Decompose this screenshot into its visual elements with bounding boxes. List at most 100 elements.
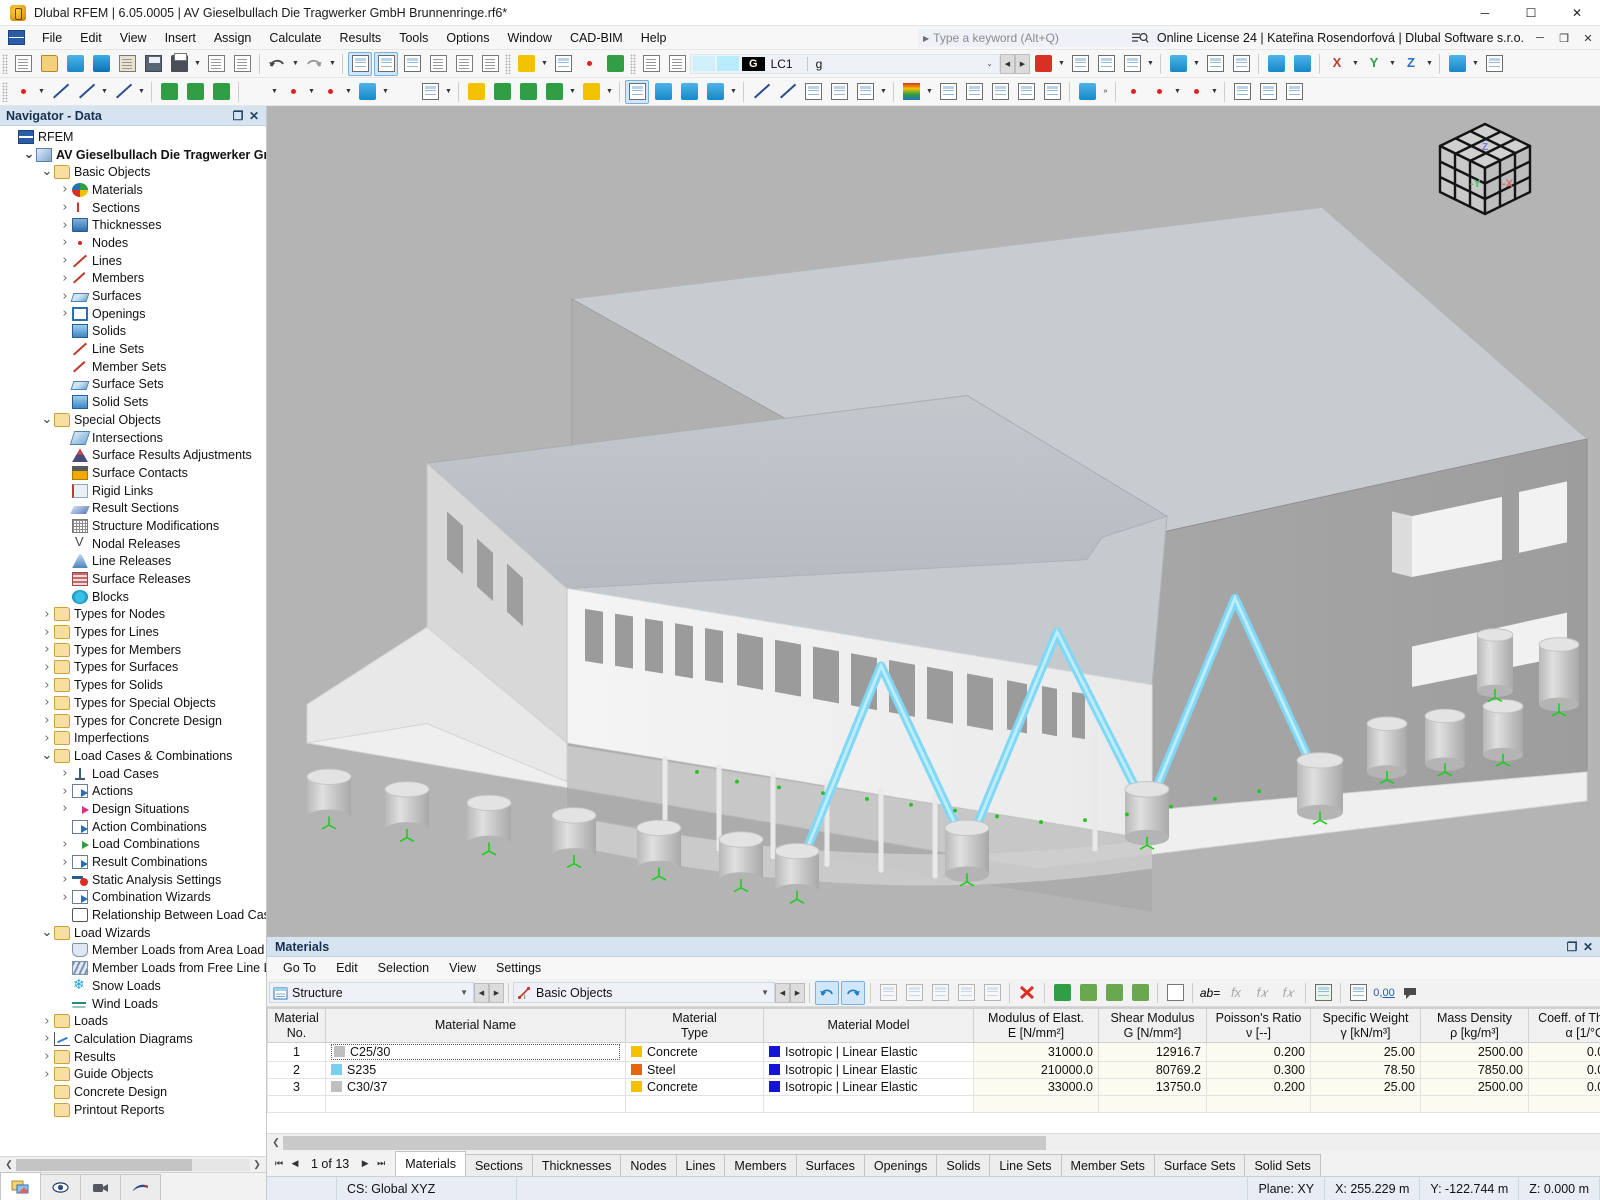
close-button[interactable]: ✕ — [1554, 0, 1600, 26]
line-load-button[interactable] — [516, 80, 540, 104]
specific-weight-cell[interactable]: 78.50 — [1311, 1062, 1421, 1079]
tree-item-line-sets[interactable]: Line Sets — [0, 340, 266, 358]
axis-z-button[interactable]: Z — [1399, 52, 1423, 76]
render-button[interactable] — [1290, 52, 1314, 76]
thermal-expansion-cell[interactable]: 0.000010 — [1529, 1079, 1600, 1096]
rename-button[interactable]: ab= — [1198, 981, 1222, 1005]
chevron-down-icon[interactable]: ▼ — [756, 988, 774, 997]
tree-item-types-for-concrete-design[interactable]: ›Types for Concrete Design — [0, 712, 266, 730]
clipping-button[interactable] — [827, 80, 851, 104]
chevron-down-icon[interactable]: ▼ — [455, 988, 473, 997]
new-model-button[interactable] — [11, 52, 35, 76]
chevron-right-icon[interactable]: › — [40, 1067, 54, 1082]
toolbar-grip[interactable] — [2, 54, 8, 74]
chevron-down-icon[interactable]: ⌄ — [40, 416, 54, 424]
objects-combo[interactable]: I Basic Objects ▼ — [513, 982, 775, 1003]
printout-report-button[interactable] — [204, 52, 228, 76]
chevron-right-icon[interactable]: › — [40, 607, 54, 622]
mesh-button[interactable] — [418, 80, 442, 104]
menu-window[interactable]: Window — [498, 28, 560, 48]
lc-prev-button[interactable]: ◀ — [1000, 54, 1015, 74]
scroll-left-icon[interactable]: ❮ — [2, 1159, 16, 1170]
tree-item-concrete-design[interactable]: Concrete Design — [0, 1083, 266, 1101]
axis-z-caret[interactable]: ▼ — [1424, 52, 1435, 76]
row-number[interactable]: 3 — [268, 1079, 326, 1096]
scroll-right-icon[interactable]: ❯ — [250, 1159, 264, 1170]
navigator-close-button[interactable]: ✕ — [246, 109, 262, 123]
empty-cell[interactable] — [326, 1096, 626, 1113]
chevron-right-icon[interactable]: › — [40, 660, 54, 675]
menu-results[interactable]: Results — [331, 28, 391, 48]
new-node-caret[interactable]: ▼ — [36, 80, 47, 104]
nodal-support-button[interactable] — [157, 80, 181, 104]
materials-menu-settings[interactable]: Settings — [486, 959, 551, 977]
poisson-ratio-cell[interactable]: 0.200 — [1207, 1079, 1311, 1096]
tree-item-surface-contacts[interactable]: Surface Contacts — [0, 464, 266, 482]
new-opening-caret[interactable]: ▼ — [306, 80, 317, 104]
tab-lines[interactable]: Lines — [676, 1154, 726, 1176]
mass-density-cell[interactable]: 2500.00 — [1421, 1079, 1529, 1096]
empty-cell[interactable] — [764, 1096, 974, 1113]
chevron-right-icon[interactable]: › — [58, 235, 72, 250]
tab-members[interactable]: Members — [724, 1154, 796, 1176]
tab-solids[interactable]: Solids — [936, 1154, 990, 1176]
load-up-button[interactable] — [665, 52, 689, 76]
chevron-right-icon[interactable]: › — [58, 890, 72, 905]
materials-restore-button[interactable]: ❐ — [1564, 940, 1580, 954]
member-load-button[interactable] — [490, 80, 514, 104]
delete-results-button[interactable] — [1031, 52, 1055, 76]
chevron-right-icon[interactable]: › — [58, 784, 72, 799]
materials-menu-view[interactable]: View — [439, 959, 486, 977]
chevron-right-icon[interactable]: › — [40, 695, 54, 710]
pan-button[interactable] — [1121, 80, 1145, 104]
split-view-button[interactable] — [1256, 80, 1280, 104]
tree-item-types-for-special-objects[interactable]: ›Types for Special Objects — [0, 694, 266, 712]
cloud-button[interactable] — [63, 52, 87, 76]
tree-item-types-for-solids[interactable]: ›Types for Solids — [0, 676, 266, 694]
chevron-right-icon[interactable]: › — [40, 642, 54, 657]
show-results-button[interactable] — [1068, 52, 1092, 76]
report-list-button[interactable] — [478, 52, 502, 76]
tree-item-solids[interactable]: Solids — [0, 323, 266, 341]
ortho-button[interactable] — [988, 80, 1012, 104]
column-header-2[interactable]: MaterialType — [626, 1009, 764, 1043]
tree-item-types-for-members[interactable]: ›Types for Members — [0, 641, 266, 659]
chevron-right-icon[interactable]: › — [58, 766, 72, 781]
toolbar-grip[interactable] — [505, 54, 511, 74]
split-cells-button[interactable] — [954, 981, 978, 1005]
navigator-toggle-button[interactable] — [348, 52, 372, 76]
new-block-button[interactable] — [392, 80, 416, 104]
column-header-4[interactable]: Modulus of Elast.E [N/mm²] — [974, 1009, 1099, 1043]
menu-calculate[interactable]: Calculate — [260, 28, 330, 48]
tree-item-intersections[interactable]: Intersections — [0, 429, 266, 447]
poisson-ratio-cell[interactable]: 0.300 — [1207, 1062, 1311, 1079]
tree-item-members[interactable]: ›Members — [0, 270, 266, 288]
mirror-caret[interactable]: ▼ — [728, 80, 739, 104]
dimension-button[interactable] — [749, 80, 773, 104]
tab-materials[interactable]: Materials — [395, 1151, 466, 1176]
tree-item-types-for-surfaces[interactable]: ›Types for Surfaces — [0, 659, 266, 677]
tree-item-nodal-releases[interactable]: Nodal Releases — [0, 535, 266, 553]
formula-fx3-button[interactable]: f𝑥 — [1276, 981, 1300, 1005]
new-surfaceset-button[interactable] — [355, 80, 379, 104]
result-diagram-button[interactable] — [1094, 52, 1118, 76]
tree-item-calculation-diagrams[interactable]: ›Calculation Diagrams — [0, 1030, 266, 1048]
shear-modulus-cell[interactable]: 80769.2 — [1099, 1062, 1207, 1079]
zoom-fit-button[interactable] — [1264, 52, 1288, 76]
empty-cell[interactable] — [268, 1096, 326, 1113]
tree-item-member-loads-from-free-line-load[interactable]: Member Loads from Free Line Load — [0, 959, 266, 977]
poisson-ratio-cell[interactable]: 0.200 — [1207, 1043, 1311, 1062]
grid-settings-button[interactable] — [551, 52, 575, 76]
tree-item-special-objects[interactable]: ⌄Special Objects — [0, 411, 266, 429]
menu-view[interactable]: View — [111, 28, 156, 48]
chevron-right-icon[interactable]: › — [40, 713, 54, 728]
scroll-thumb[interactable] — [283, 1136, 1046, 1150]
tree-item-guide-objects[interactable]: ›Guide Objects — [0, 1065, 266, 1083]
visibility-caret[interactable]: ▼ — [878, 80, 889, 104]
settings-button[interactable] — [1482, 52, 1506, 76]
chevron-right-icon[interactable]: › — [40, 731, 54, 746]
tree-item-surface-releases[interactable]: Surface Releases — [0, 570, 266, 588]
export-excel-button[interactable] — [1311, 981, 1335, 1005]
overflow-caret[interactable]: » — [1100, 80, 1111, 104]
deformation-button[interactable] — [1166, 52, 1190, 76]
